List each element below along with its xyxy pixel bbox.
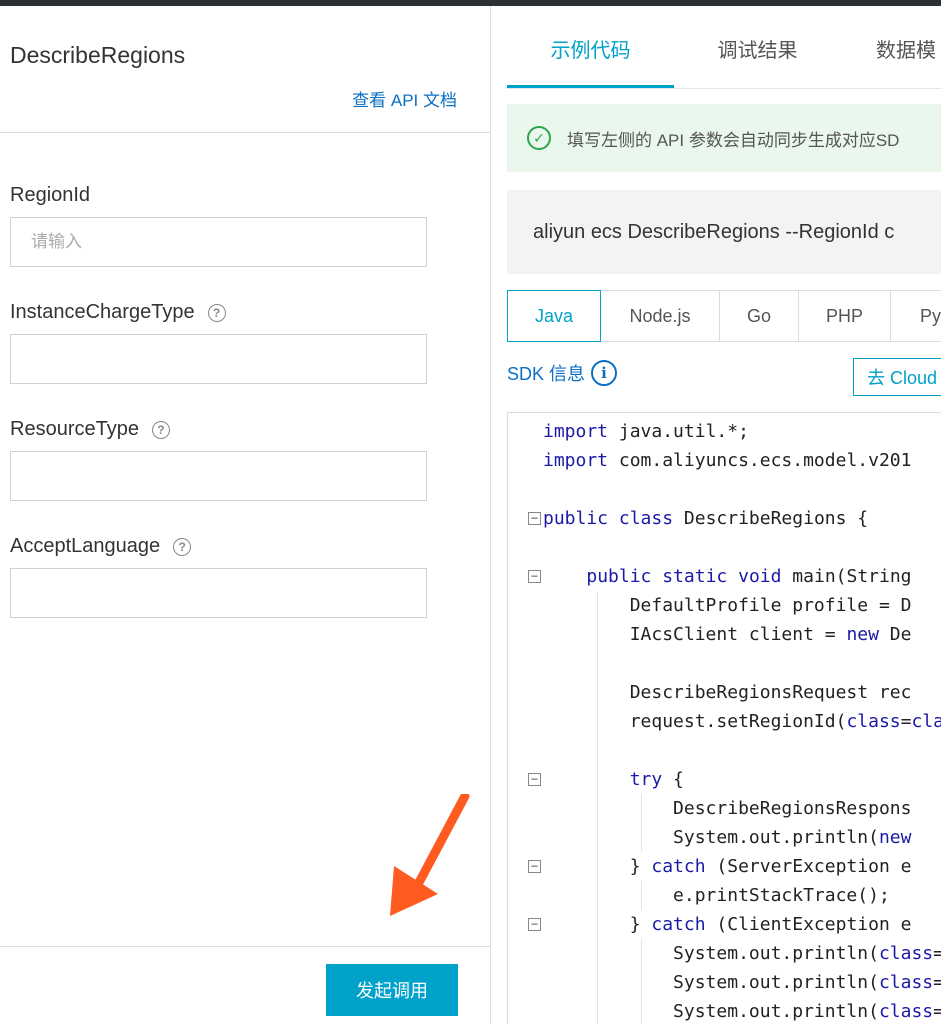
tab-debug-result[interactable]: 调试结果 (674, 34, 841, 88)
field-label-text: ResourceType (10, 418, 139, 440)
tab-sample-code[interactable]: 示例代码 (507, 34, 674, 88)
code-line: DefaultProfile profile = D (543, 595, 912, 616)
tab-data-model[interactable]: 数据模 (841, 34, 941, 88)
help-icon[interactable]: ? (173, 537, 192, 556)
fold-toggle-icon[interactable]: − (528, 918, 541, 931)
field-label-text: InstanceChargeType (10, 301, 195, 323)
fold-toggle-icon[interactable]: − (528, 773, 541, 786)
field-label-text: AcceptLanguage (10, 535, 161, 557)
resourcetype-input[interactable] (10, 451, 427, 501)
lang-tab-python[interactable]: Py (891, 290, 941, 342)
code-line: DescribeRegionsRequest rec (543, 682, 912, 703)
code-line: System.out.println(class=class="str">"st… (543, 972, 941, 993)
code-panel: 示例代码 调试结果 数据模 ✓ 填写左侧的 API 参数会自动同步生成对应SD … (491, 6, 941, 1024)
code-line: System.out.println(new (543, 827, 912, 848)
code-line: } catch (ServerException e (543, 856, 912, 877)
code-line: request.setRegionId(class=class="str">"s… (543, 711, 941, 732)
lang-tab-nodejs[interactable]: Node.js (601, 290, 720, 342)
instancechargetype-input[interactable] (10, 334, 427, 384)
header-divider (0, 132, 490, 133)
fold-toggle-icon[interactable]: − (528, 512, 541, 525)
tabs-underline (507, 88, 941, 89)
footer-divider (0, 946, 490, 947)
sdk-info-label: SDK 信息 (507, 364, 586, 384)
code-line: import java.util.*; (543, 421, 749, 442)
api-title: DescribeRegions (10, 42, 186, 68)
go-cloud-shell-button[interactable]: 去 Cloud (853, 358, 941, 396)
code-line: public class DescribeRegions { (543, 508, 869, 529)
code-line: DescribeRegionsRespons (543, 798, 912, 819)
field-label-instancechargetype: InstanceChargeType ? (10, 301, 226, 324)
lang-tab-go[interactable]: Go (720, 290, 799, 342)
notice-text: 填写左侧的 API 参数会自动同步生成对应SD (567, 130, 900, 150)
sdk-info-link[interactable]: SDK 信息 i (507, 360, 618, 386)
code-line: e.printStackTrace(); (543, 885, 890, 906)
code-line: System.out.println(class=class="str">"st… (543, 1001, 941, 1022)
code-line: } catch (ClientException e (543, 914, 912, 935)
cli-command: aliyun ecs DescribeRegions --RegionId c (507, 190, 941, 274)
fold-toggle-icon[interactable]: − (528, 860, 541, 873)
sync-notice: ✓ 填写左侧的 API 参数会自动同步生成对应SD (507, 104, 941, 172)
help-icon[interactable]: ? (207, 303, 226, 322)
check-circle-icon: ✓ (527, 126, 551, 150)
view-api-doc-link[interactable]: 查看 API 文档 (352, 86, 457, 111)
code-line: public static void main(String (586, 566, 912, 587)
lang-tab-java[interactable]: Java (507, 290, 601, 342)
acceptlanguage-input[interactable] (10, 568, 427, 618)
result-tabs: 示例代码 调试结果 数据模 (507, 34, 941, 88)
field-label-regionid: RegionId (10, 184, 90, 207)
parameter-panel: DescribeRegions 查看 API 文档 RegionId Insta… (0, 6, 490, 1024)
invoke-button[interactable]: 发起调用 (326, 964, 458, 1016)
lang-tab-php[interactable]: PHP (799, 290, 891, 342)
code-line: IAcsClient client = new De (543, 624, 912, 645)
language-tabs: Java Node.js Go PHP Py (507, 290, 941, 342)
red-arrow-annotation-icon (390, 794, 470, 916)
fold-toggle-icon[interactable]: − (528, 570, 541, 583)
code-line: System.out.println(class=class="str">"st… (543, 943, 941, 964)
field-label-resourcetype: ResourceType ? (10, 418, 170, 441)
info-icon[interactable]: i (591, 360, 618, 386)
regionid-input[interactable] (10, 217, 427, 267)
code-line: try { (629, 769, 684, 790)
code-editor[interactable]: import java.util.*; import com.aliyuncs.e… (507, 412, 941, 1024)
field-label-text: RegionId (10, 184, 91, 206)
code-line: import com.aliyuncs.ecs.model.v201 (543, 450, 912, 471)
field-label-acceptlanguage: AcceptLanguage ? (10, 535, 192, 558)
help-icon[interactable]: ? (151, 420, 170, 439)
